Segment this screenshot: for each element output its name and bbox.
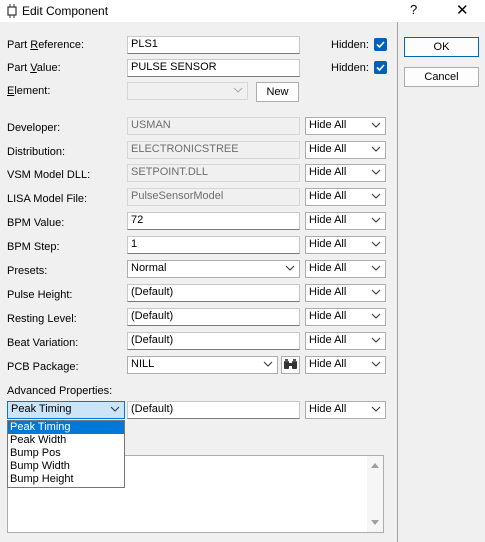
distribution-input: ELECTRONICSTREE [127,141,300,159]
resting-level-input[interactable]: (Default) [127,308,300,326]
part-reference-input[interactable]: PLS1 [127,36,300,54]
pulse-height-visibility-select[interactable]: Hide All [305,284,386,302]
beat-variation-visibility-select[interactable]: Hide All [305,332,386,350]
scroll-up-icon[interactable] [371,462,379,468]
hidden-label: Hidden: [331,62,369,74]
check-icon [376,64,385,72]
part-value-label: Part Value: [7,62,61,74]
chevron-down-icon [371,217,381,223]
help-button[interactable]: ? [410,2,417,17]
beat-variation-label: Beat Variation: [7,337,79,349]
distribution-label: Distribution: [7,146,66,158]
part-value-hidden-checkbox[interactable] [374,61,387,74]
presets-label: Presets: [7,265,48,277]
advanced-property-select[interactable]: Peak Timing [7,401,125,419]
pulse-height-label: Pulse Height: [7,289,73,301]
part-reference-label: Part Reference: [7,39,85,51]
cancel-button[interactable]: Cancel [404,67,479,87]
chevron-down-icon [371,241,381,247]
distribution-visibility-select[interactable]: Hide All [305,141,386,159]
bpm-step-visibility-select[interactable]: Hide All [305,236,386,254]
vsm-model-input: SETPOINT.DLL [127,164,300,182]
close-button[interactable]: ✕ [456,1,469,19]
bpm-value-visibility-select[interactable]: Hide All [305,212,386,230]
advanced-properties-label: Advanced Properties: [7,385,113,397]
chevron-down-icon [371,169,381,175]
chevron-down-icon [371,361,381,367]
pcb-package-label: PCB Package: [7,361,79,373]
chevron-down-icon [371,146,381,152]
chevron-down-icon [263,361,273,367]
chevron-down-icon [371,265,381,271]
dropdown-option-peak-width[interactable]: Peak Width [8,434,124,447]
scroll-down-icon[interactable] [371,520,379,526]
resting-level-visibility-select[interactable]: Hide All [305,308,386,326]
beat-variation-input[interactable]: (Default) [127,332,300,350]
pulse-height-input[interactable]: (Default) [127,284,300,302]
chevron-down-icon [110,406,120,412]
chevron-down-icon [371,313,381,319]
chevron-down-icon [285,265,295,271]
chevron-down-icon [371,337,381,343]
element-label: Element: [7,85,51,97]
element-select[interactable] [127,82,248,100]
developer-input: USMAN [127,117,300,135]
developer-visibility-select[interactable]: Hide All [305,117,386,135]
component-icon [7,4,17,18]
advanced-property-dropdown[interactable]: Peak Timing Peak Width Bump Pos Bump Wid… [7,420,125,488]
bpm-step-label: BPM Step: [7,241,60,253]
binoculars-icon [284,359,297,369]
presets-select[interactable]: Normal [127,260,300,278]
vsm-model-visibility-select[interactable]: Hide All [305,164,386,182]
vsm-model-label: VSM Model DLL: [7,169,91,181]
advanced-visibility-select[interactable]: Hide All [305,401,386,419]
bpm-value-input[interactable]: 72 [127,212,300,230]
browse-package-button[interactable] [281,356,300,374]
lisa-model-visibility-select[interactable]: Hide All [305,188,386,206]
title-bar: Edit Component ? ✕ [0,0,485,22]
chevron-down-icon [371,406,381,412]
chevron-down-icon [233,87,243,93]
presets-visibility-select[interactable]: Hide All [305,260,386,278]
chevron-down-icon [371,289,381,295]
bpm-value-label: BPM Value: [7,217,65,229]
scrollbar[interactable] [367,456,383,532]
advanced-property-value-input[interactable]: (Default) [127,401,300,419]
dropdown-option-bump-height[interactable]: Bump Height [8,473,124,486]
new-button[interactable]: New [256,82,299,102]
part-value-input[interactable]: PULSE SENSOR [127,59,300,77]
vertical-divider [397,22,398,542]
check-icon [376,41,385,49]
lisa-model-label: LISA Model File: [7,193,88,205]
ok-button[interactable]: OK [404,37,479,57]
resting-level-label: Resting Level: [7,313,77,325]
dropdown-option-bump-pos[interactable]: Bump Pos [8,447,124,460]
chevron-down-icon [371,122,381,128]
pcb-package-visibility-select[interactable]: Hide All [305,356,386,374]
developer-label: Developer: [7,122,61,134]
pcb-package-select[interactable]: NILL [127,356,278,374]
window-title: Edit Component [22,4,109,18]
bpm-step-input[interactable]: 1 [127,236,300,254]
chevron-down-icon [371,193,381,199]
part-reference-hidden-checkbox[interactable] [374,38,387,51]
dropdown-option-peak-timing[interactable]: Peak Timing [8,421,124,434]
dropdown-option-bump-width[interactable]: Bump Width [8,460,124,473]
lisa-model-input: PulseSensorModel [127,188,300,206]
hidden-label: Hidden: [331,39,369,51]
